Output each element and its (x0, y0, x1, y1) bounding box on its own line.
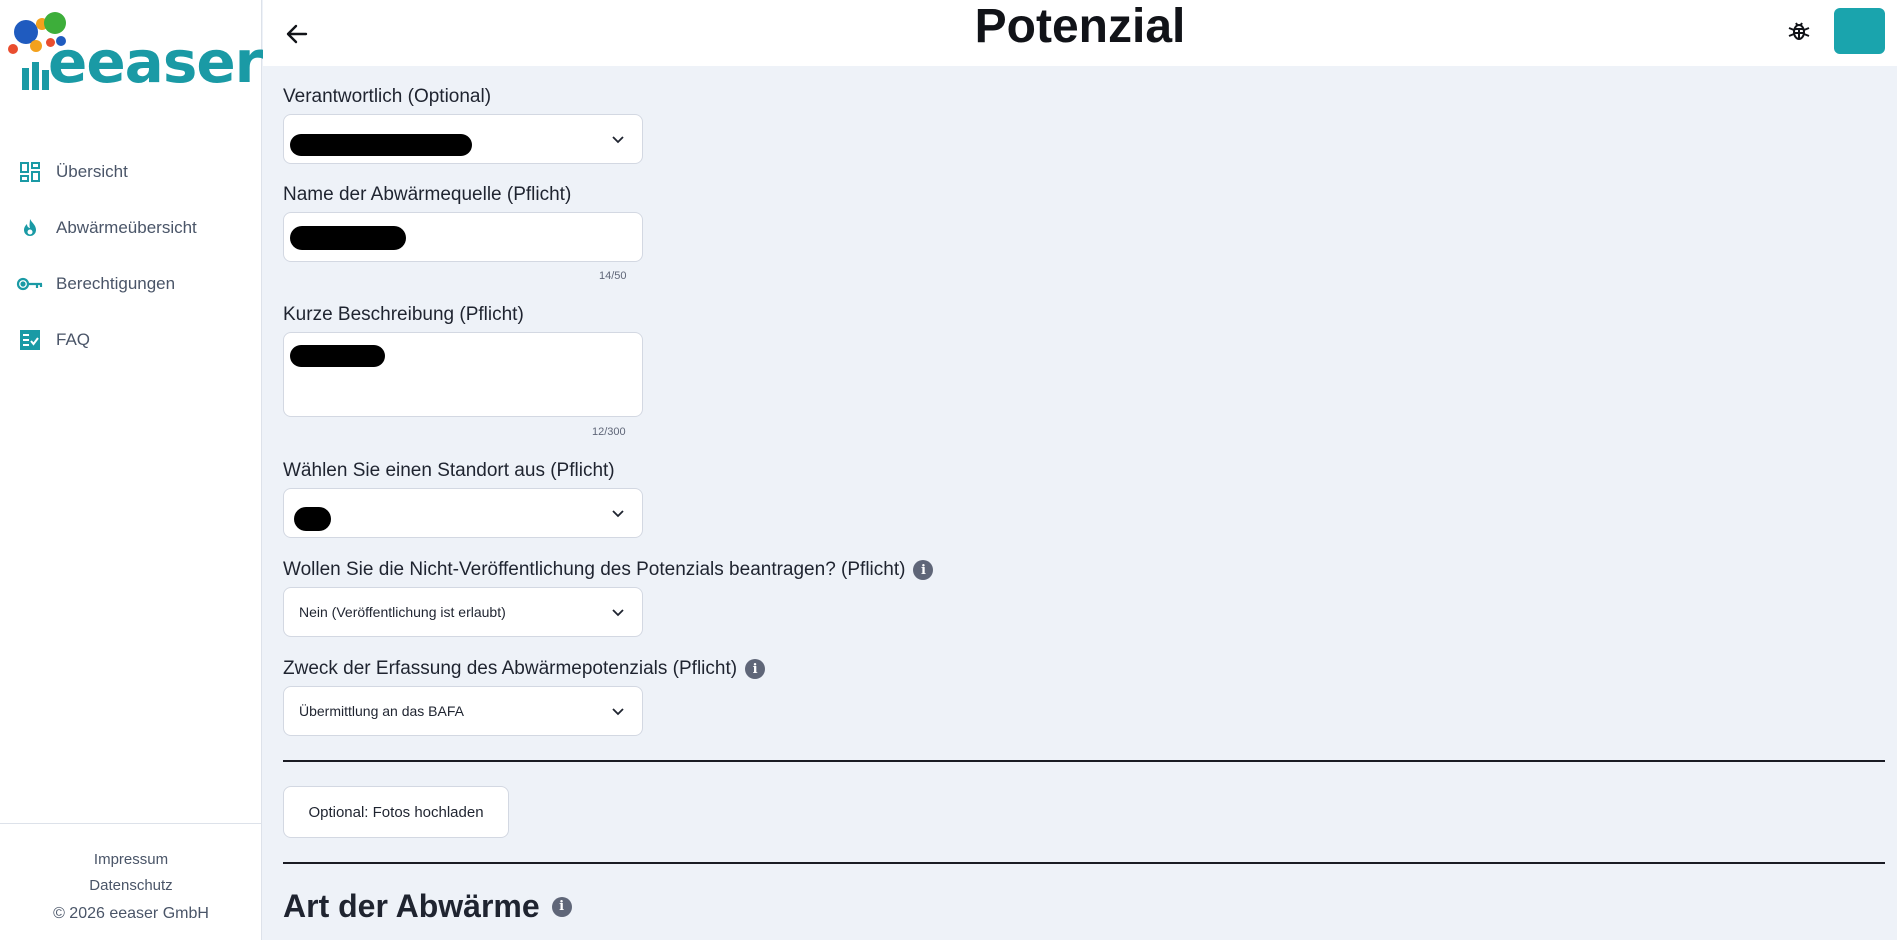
beschreibung-textarea[interactable] (283, 332, 643, 417)
divider (283, 862, 1885, 864)
name-char-counter: 14/50 (599, 270, 627, 282)
standort-select[interactable] (283, 488, 643, 538)
dashboard-icon (16, 158, 44, 186)
brand-name: eeaser (48, 28, 263, 96)
key-icon (16, 270, 44, 298)
beschreibung-char-counter: 12/300 (592, 426, 626, 438)
datenschutz-link[interactable]: Datenschutz (0, 873, 262, 899)
veroeffentlichung-label: Wollen Sie die Nicht-Veröffentlichung de… (283, 559, 934, 581)
sidebar-nav: Übersicht Abwärmeübersicht Berechtigunge… (0, 144, 262, 368)
verantwortlich-label: Verantwortlich (Optional) (283, 86, 492, 107)
chevron-down-icon (612, 609, 624, 617)
page-title: Potenzial (974, 0, 1186, 53)
redacted-value (290, 345, 385, 367)
sidebar-item-label: FAQ (56, 330, 91, 349)
info-icon[interactable]: i (913, 560, 934, 580)
name-label: Name der Abwärmequelle (Pflicht) (283, 184, 572, 205)
beschreibung-label: Kurze Beschreibung (Pflicht) (283, 304, 524, 325)
redacted-value (290, 226, 406, 250)
chevron-down-icon (612, 708, 624, 716)
bug-report-button[interactable] (1784, 16, 1814, 46)
sidebar-item-uebersicht[interactable]: Übersicht (0, 144, 262, 200)
sidebar-footer: Impressum Datenschutz © 2026 eeaser GmbH (0, 823, 262, 927)
redacted-value (294, 507, 331, 531)
standort-label: Wählen Sie einen Standort aus (Pflicht) (283, 460, 615, 481)
top-header: Potenzial (263, 0, 1897, 66)
chevron-down-icon (612, 136, 624, 144)
zweck-select[interactable]: Übermittlung an das BAFA (283, 686, 643, 736)
zweck-value: Übermittlung an das BAFA (299, 703, 464, 719)
upload-photos-button[interactable]: Optional: Fotos hochladen (283, 786, 509, 838)
veroeffentlichung-value: Nein (Veröffentlichung ist erlaubt) (299, 604, 506, 620)
flame-icon (16, 214, 44, 242)
verantwortlich-select[interactable] (283, 114, 643, 164)
impressum-link[interactable]: Impressum (0, 847, 262, 873)
sidebar-item-berechtigungen[interactable]: Berechtigungen (0, 256, 262, 312)
bug-icon (1788, 22, 1810, 40)
sidebar-item-label: Berechtigungen (56, 274, 176, 293)
sidebar-item-label: Übersicht (56, 162, 128, 181)
sidebar-item-faq[interactable]: FAQ (0, 312, 262, 368)
sidebar: eeaser Übersicht Abwärmeübersicht Berech… (0, 0, 263, 940)
back-button[interactable] (281, 18, 313, 50)
sidebar-item-abwaermeuebersicht[interactable]: Abwärmeübersicht (0, 200, 262, 256)
redacted-value (290, 134, 472, 156)
name-input[interactable] (283, 212, 643, 262)
section-title: Art der Abwärme i (283, 888, 572, 925)
sidebar-item-label: Abwärmeübersicht (56, 218, 197, 237)
avatar[interactable] (1834, 8, 1885, 54)
copyright-text: © 2026 eeaser GmbH (53, 905, 209, 922)
zweck-label: Zweck der Erfassung des Abwärmepotenzial… (283, 658, 766, 680)
veroeffentlichung-select[interactable]: Nein (Veröffentlichung ist erlaubt) (283, 587, 643, 637)
chevron-down-icon (612, 510, 624, 518)
info-icon[interactable]: i (551, 896, 572, 917)
checklist-icon (16, 326, 44, 354)
eeaser-logo[interactable]: eeaser (8, 12, 263, 91)
arrow-left-icon (286, 24, 308, 44)
divider (283, 760, 1885, 762)
info-icon[interactable]: i (745, 659, 766, 679)
